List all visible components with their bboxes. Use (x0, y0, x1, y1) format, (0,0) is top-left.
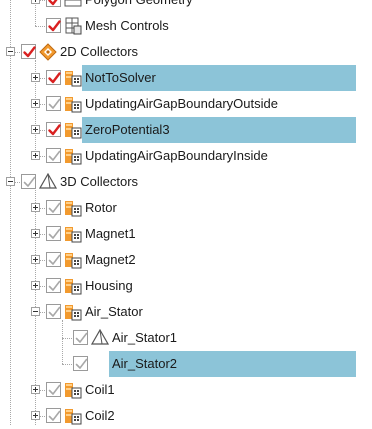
component-icon (64, 147, 82, 165)
visibility-checkbox[interactable] (46, 252, 61, 267)
tree-item-housing[interactable]: Housing (0, 273, 372, 299)
visibility-checkbox[interactable] (46, 70, 61, 85)
tree-item-nottosolver[interactable]: NotToSolver (0, 65, 372, 91)
component-icon (64, 251, 82, 269)
component-icon (64, 407, 82, 425)
visibility-checkbox[interactable] (21, 174, 36, 189)
visibility-checkbox[interactable] (46, 200, 61, 215)
tree-item-label: NotToSolver (85, 70, 156, 85)
component-icon (64, 95, 82, 113)
model-tree: Polygon Geometry Mesh Controls 2D Collecto… (0, 0, 372, 425)
component-icon (64, 199, 82, 217)
tree-item-magnet1[interactable]: Magnet1 (0, 221, 372, 247)
component-icon (64, 303, 82, 321)
expand-plus-icon[interactable] (31, 125, 40, 134)
expand-plus-icon[interactable] (31, 229, 40, 238)
tree-item-label: Air_Stator2 (112, 356, 178, 371)
component-icon (64, 381, 82, 399)
tree-item-label: Air_Stator (85, 304, 143, 319)
collector-2d-icon (39, 43, 57, 61)
expand-plus-icon[interactable] (31, 411, 40, 420)
tree-item-label: Coil2 (85, 408, 115, 423)
tree-item-2d-collectors[interactable]: 2D Collectors (0, 39, 372, 65)
tree-item-label: UpdatingAirGapBoundaryOutside (85, 96, 278, 111)
expand-plus-icon[interactable] (31, 255, 40, 264)
tree-item-label: 2D Collectors (60, 44, 139, 59)
tree-item-label: Housing (85, 278, 133, 293)
visibility-checkbox[interactable] (46, 18, 61, 33)
visibility-checkbox[interactable] (46, 304, 61, 319)
tree-item-label: 3D Collectors (60, 174, 139, 189)
collector-3d-icon (90, 328, 110, 347)
visibility-checkbox[interactable] (46, 278, 61, 293)
tree-item-3d-collectors[interactable]: 3D Collectors (0, 169, 372, 195)
tree-item-air-stator1[interactable]: Air_Stator1 (0, 325, 372, 351)
tree-item-label: Mesh Controls (85, 18, 169, 33)
component-icon (64, 121, 82, 139)
polygon-geometry-icon (64, 0, 82, 9)
expand-plus-icon[interactable] (31, 385, 40, 394)
visibility-checkbox[interactable] (46, 408, 61, 423)
expand-plus-icon[interactable] (31, 203, 40, 212)
expand-plus-icon[interactable] (31, 0, 40, 4)
expand-plus-icon[interactable] (31, 281, 40, 290)
component-icon (64, 277, 82, 295)
tree-connector-line (62, 364, 72, 365)
tree-item-label: Rotor (85, 200, 117, 215)
tree-item-label: Magnet1 (85, 226, 136, 241)
tree-item-zeropotential3[interactable]: ZeroPotential3 (0, 117, 372, 143)
visibility-checkbox[interactable] (46, 148, 61, 163)
tree-item-label: UpdatingAirGapBoundaryInside (85, 148, 268, 163)
tree-item-updatingairgapboundaryinside[interactable]: UpdatingAirGapBoundaryInside (0, 143, 372, 169)
collector-3d-icon (38, 172, 58, 191)
mesh-controls-icon (64, 17, 82, 35)
expand-plus-icon[interactable] (31, 151, 40, 160)
tree-item-polygon-geometry[interactable]: Polygon Geometry (0, 0, 372, 13)
component-icon (64, 225, 82, 243)
tree-connector-line (62, 338, 72, 339)
tree-item-label: Polygon Geometry (85, 0, 193, 13)
tree-item-coil2[interactable]: Coil2 (0, 403, 372, 429)
tree-item-label: Coil1 (85, 382, 115, 397)
visibility-checkbox[interactable] (21, 44, 36, 59)
visibility-checkbox[interactable] (46, 382, 61, 397)
visibility-checkbox[interactable] (73, 330, 88, 345)
tree-item-rotor[interactable]: Rotor (0, 195, 372, 221)
tree-item-label: Magnet2 (85, 252, 136, 267)
collapse-minus-icon[interactable] (6, 177, 15, 186)
expand-plus-icon[interactable] (31, 99, 40, 108)
collapse-minus-icon[interactable] (31, 307, 40, 316)
tree-item-air-stator[interactable]: Air_Stator (0, 299, 372, 325)
tree-item-label: Air_Stator1 (112, 330, 178, 345)
tree-item-air-stator2[interactable]: Air_Stator2 (0, 351, 372, 377)
tree-connector-line (35, 26, 45, 27)
visibility-checkbox[interactable] (46, 96, 61, 111)
visibility-checkbox[interactable] (73, 356, 88, 371)
tree-item-magnet2[interactable]: Magnet2 (0, 247, 372, 273)
collapse-minus-icon[interactable] (6, 47, 15, 56)
component-icon (64, 69, 82, 87)
tree-item-coil1[interactable]: Coil1 (0, 377, 372, 403)
tree-item-updatingairgapboundaryoutside[interactable]: UpdatingAirGapBoundaryOutside (0, 91, 372, 117)
tree-item-mesh-controls[interactable]: Mesh Controls (0, 13, 372, 39)
visibility-checkbox[interactable] (46, 122, 61, 137)
expand-plus-icon[interactable] (31, 73, 40, 82)
visibility-checkbox[interactable] (46, 0, 61, 7)
tree-item-label: ZeroPotential3 (85, 122, 170, 137)
visibility-checkbox[interactable] (46, 226, 61, 241)
